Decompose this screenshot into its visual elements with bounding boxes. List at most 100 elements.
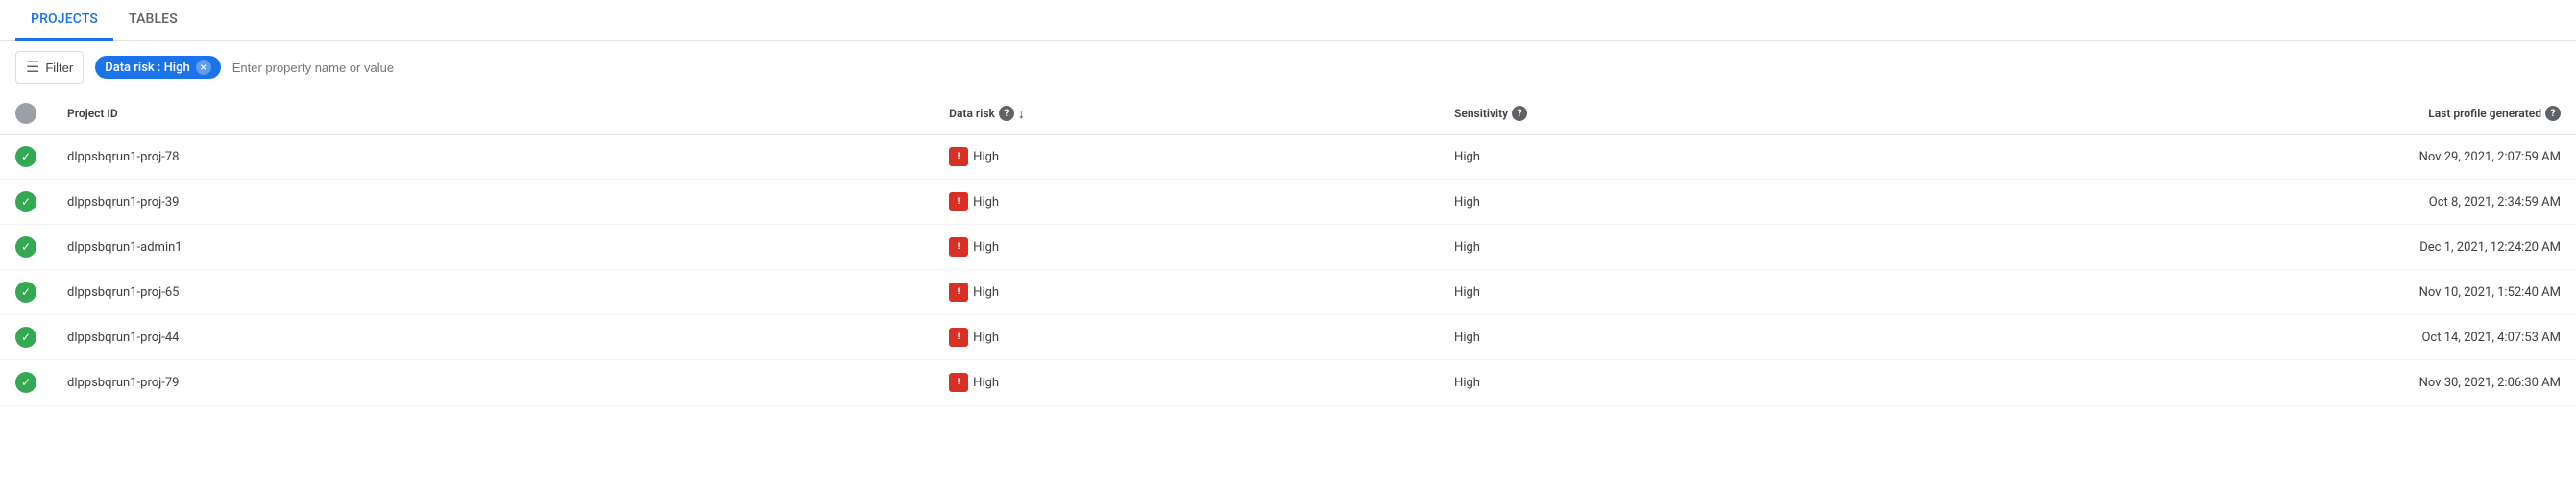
project-id-value: dlppsbqrun1-proj-39: [67, 195, 179, 209]
row-data-risk-cell: !! High: [934, 315, 1439, 360]
sensitivity-help-icon[interactable]: ?: [1512, 106, 1527, 121]
data-risk-badge: !! High: [949, 237, 999, 257]
row-data-risk-cell: !! High: [934, 135, 1439, 180]
risk-exclamation-icon: !!: [949, 192, 968, 211]
status-check-icon: ✓: [15, 191, 36, 212]
property-search-input[interactable]: [232, 61, 2561, 75]
filter-label: Filter: [45, 61, 73, 75]
table-row[interactable]: ✓ dlppsbqrun1-proj-79 !! High High Nov 3…: [0, 360, 2576, 406]
row-project-id-cell: dlppsbqrun1-proj-44: [52, 315, 934, 360]
status-check-icon: ✓: [15, 327, 36, 348]
data-risk-value: High: [973, 331, 999, 345]
project-id-value: dlppsbqrun1-admin1: [67, 240, 182, 255]
sensitivity-value: High: [1454, 376, 1480, 390]
risk-exclamation-icon: !!: [949, 237, 968, 257]
col-header-project-id: Project ID: [52, 93, 934, 135]
row-status-cell: ✓: [0, 180, 52, 225]
status-check-icon: ✓: [15, 146, 36, 167]
col-label-sensitivity: Sensitivity: [1454, 107, 1508, 120]
col-label-data-risk: Data risk: [949, 107, 995, 120]
project-id-value: dlppsbqrun1-proj-44: [67, 331, 179, 345]
row-project-id-cell: dlppsbqrun1-proj-78: [52, 135, 934, 180]
table-row[interactable]: ✓ dlppsbqrun1-proj-39 !! High High Oct 8…: [0, 180, 2576, 225]
status-check-icon: ✓: [15, 372, 36, 393]
data-risk-value: High: [973, 150, 999, 164]
row-last-profile-cell: Dec 1, 2021, 12:24:20 AM: [1944, 225, 2576, 270]
filter-icon: ☰: [26, 58, 39, 77]
last-profile-value: Nov 30, 2021, 2:06:30 AM: [2419, 376, 2561, 390]
data-risk-badge: !! High: [949, 283, 999, 302]
last-profile-help-icon[interactable]: ?: [2545, 106, 2561, 121]
sensitivity-value: High: [1454, 331, 1480, 345]
row-last-profile-cell: Oct 14, 2021, 4:07:53 AM: [1944, 315, 2576, 360]
row-sensitivity-cell: High: [1439, 225, 1944, 270]
col-header-last-profile: Last profile generated ?: [1944, 93, 2576, 135]
last-profile-value: Nov 29, 2021, 2:07:59 AM: [2419, 150, 2561, 164]
row-data-risk-cell: !! High: [934, 180, 1439, 225]
table-row[interactable]: ✓ dlppsbqrun1-proj-65 !! High High Nov 1…: [0, 270, 2576, 315]
row-last-profile-cell: Nov 29, 2021, 2:07:59 AM: [1944, 135, 2576, 180]
last-profile-value: Oct 14, 2021, 4:07:53 AM: [2421, 331, 2561, 345]
data-table: Project ID Data risk ? ↓ Sensitivity ?: [0, 93, 2576, 406]
last-profile-value: Dec 1, 2021, 12:24:20 AM: [2419, 240, 2561, 255]
filter-button[interactable]: ☰ Filter: [15, 51, 84, 84]
col-label-last-profile: Last profile generated: [2428, 107, 2541, 120]
row-project-id-cell: dlppsbqrun1-proj-65: [52, 270, 934, 315]
row-last-profile-cell: Oct 8, 2021, 2:34:59 AM: [1944, 180, 2576, 225]
status-check-icon: ✓: [15, 282, 36, 303]
row-project-id-cell: dlppsbqrun1-proj-79: [52, 360, 934, 406]
row-status-cell: ✓: [0, 135, 52, 180]
data-risk-help-icon[interactable]: ?: [999, 106, 1014, 121]
table-header-row: Project ID Data risk ? ↓ Sensitivity ?: [0, 93, 2576, 135]
row-last-profile-cell: Nov 30, 2021, 2:06:30 AM: [1944, 360, 2576, 406]
toolbar: ☰ Filter Data risk : High ×: [0, 41, 2576, 93]
row-sensitivity-cell: High: [1439, 270, 1944, 315]
sensitivity-value: High: [1454, 285, 1480, 300]
col-label-project-id: Project ID: [67, 107, 118, 120]
data-risk-value: High: [973, 240, 999, 255]
col-header-status: [0, 93, 52, 135]
row-sensitivity-cell: High: [1439, 360, 1944, 406]
data-risk-badge: !! High: [949, 147, 999, 166]
tab-projects[interactable]: PROJECTS: [15, 0, 113, 41]
table-row[interactable]: ✓ dlppsbqrun1-admin1 !! High High Dec 1,…: [0, 225, 2576, 270]
row-last-profile-cell: Nov 10, 2021, 1:52:40 AM: [1944, 270, 2576, 315]
data-risk-badge: !! High: [949, 373, 999, 392]
col-header-data-risk: Data risk ? ↓: [934, 93, 1439, 135]
data-risk-chip[interactable]: Data risk : High ×: [95, 56, 220, 79]
data-risk-value: High: [973, 195, 999, 209]
table-row[interactable]: ✓ dlppsbqrun1-proj-78 !! High High Nov 2…: [0, 135, 2576, 180]
project-id-value: dlppsbqrun1-proj-79: [67, 376, 179, 390]
tab-tables[interactable]: TABLES: [113, 0, 193, 41]
col-header-sensitivity: Sensitivity ?: [1439, 93, 1944, 135]
sensitivity-value: High: [1454, 150, 1480, 164]
chip-label: Data risk : High: [105, 61, 189, 75]
project-id-value: dlppsbqrun1-proj-78: [67, 150, 179, 164]
row-data-risk-cell: !! High: [934, 360, 1439, 406]
row-sensitivity-cell: High: [1439, 135, 1944, 180]
sensitivity-value: High: [1454, 240, 1480, 255]
row-status-cell: ✓: [0, 270, 52, 315]
last-profile-value: Oct 8, 2021, 2:34:59 AM: [2429, 195, 2561, 209]
risk-exclamation-icon: !!: [949, 328, 968, 347]
row-data-risk-cell: !! High: [934, 225, 1439, 270]
status-check-icon: ✓: [15, 236, 36, 258]
last-profile-value: Nov 10, 2021, 1:52:40 AM: [2419, 285, 2561, 300]
data-risk-badge: !! High: [949, 328, 999, 347]
row-data-risk-cell: !! High: [934, 270, 1439, 315]
data-risk-value: High: [973, 376, 999, 390]
risk-exclamation-icon: !!: [949, 373, 968, 392]
data-risk-value: High: [973, 285, 999, 300]
row-status-cell: ✓: [0, 225, 52, 270]
table-row[interactable]: ✓ dlppsbqrun1-proj-44 !! High High Oct 1…: [0, 315, 2576, 360]
data-risk-sort-icon[interactable]: ↓: [1018, 106, 1025, 122]
data-risk-badge: !! High: [949, 192, 999, 211]
sensitivity-value: High: [1454, 195, 1480, 209]
row-project-id-cell: dlppsbqrun1-admin1: [52, 225, 934, 270]
chip-close-icon[interactable]: ×: [196, 60, 211, 75]
project-id-value: dlppsbqrun1-proj-65: [67, 285, 179, 300]
row-sensitivity-cell: High: [1439, 315, 1944, 360]
row-sensitivity-cell: High: [1439, 180, 1944, 225]
row-status-cell: ✓: [0, 315, 52, 360]
risk-exclamation-icon: !!: [949, 283, 968, 302]
